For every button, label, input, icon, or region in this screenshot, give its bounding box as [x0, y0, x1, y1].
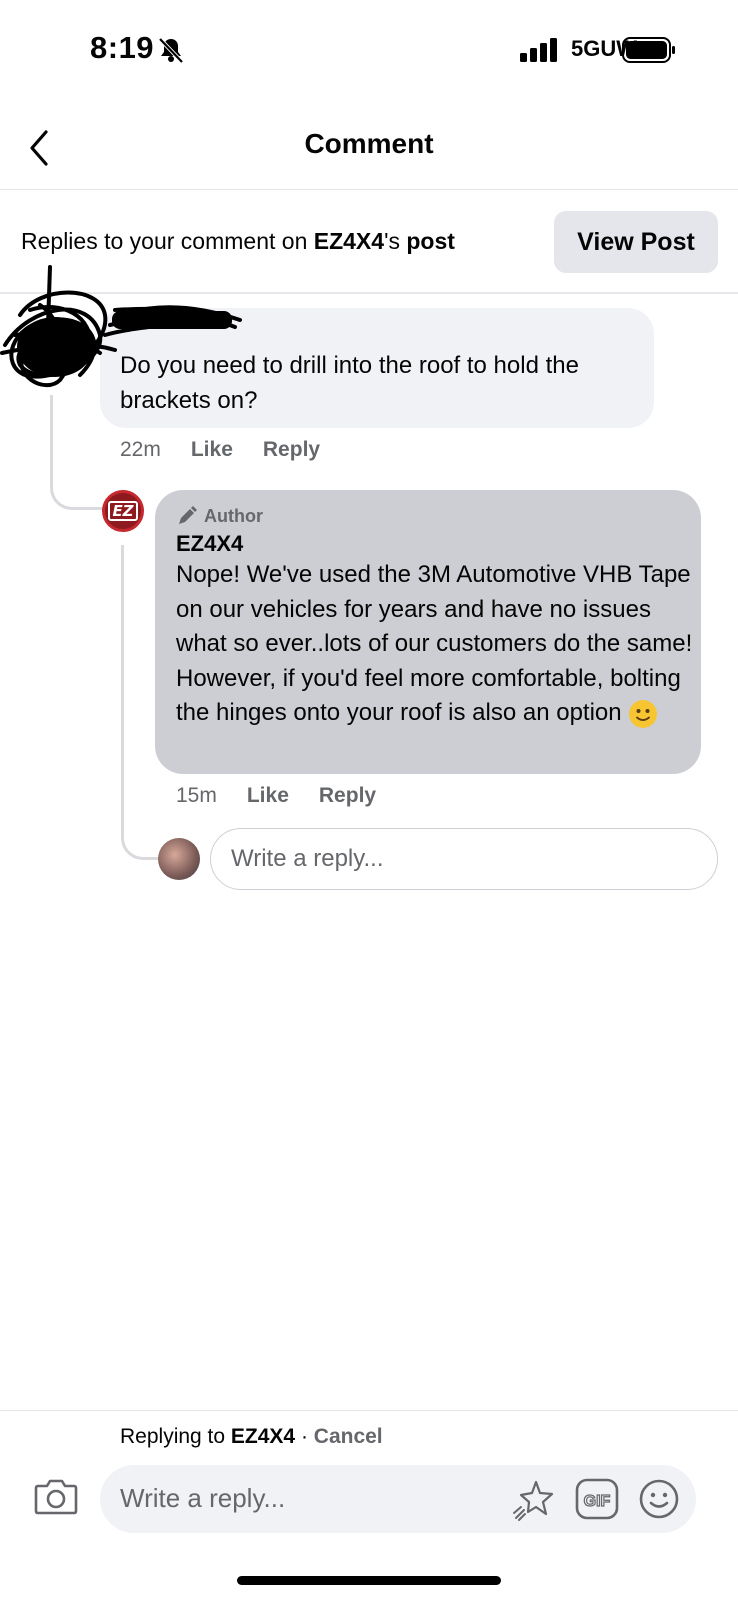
replying-separator: · [295, 1425, 314, 1448]
like-button[interactable]: Like [191, 438, 233, 462]
inline-reply-placeholder: Write a reply... [231, 845, 384, 872]
thread-connector [50, 395, 110, 510]
author-badge: Author [176, 505, 263, 527]
composer-placeholder: Write a reply... [120, 1483, 286, 1513]
author-badge-label: Author [204, 505, 263, 526]
header: Comment [0, 110, 738, 190]
reply-time: 15m [176, 784, 217, 807]
like-button[interactable]: Like [247, 784, 289, 808]
avatar-sticker-icon[interactable] [512, 1478, 556, 1522]
smiley-icon[interactable] [638, 1478, 680, 1520]
comment-time: 22m [120, 438, 161, 461]
reply-actions: 15m Like Reply [176, 784, 376, 808]
home-indicator[interactable] [237, 1576, 501, 1585]
context-suffix: 's [384, 228, 407, 254]
reply-button[interactable]: Reply [319, 784, 376, 808]
replying-to-row: Replying to EZ4X4 · Cancel [120, 1425, 383, 1449]
context-page-name[interactable]: EZ4X4 [314, 228, 384, 254]
context-post-link[interactable]: post [406, 228, 455, 254]
status-time: 8:19 [90, 30, 155, 65]
status-bar: 8:19 5GUW [0, 0, 738, 100]
replying-to-name: EZ4X4 [230, 1425, 296, 1448]
page-title: Comment [304, 128, 434, 159]
pencil-icon [179, 506, 197, 524]
cancel-reply-button[interactable]: Cancel [314, 1425, 383, 1448]
gif-icon[interactable]: GIF [575, 1478, 619, 1520]
reply-text-block: Nope! We've used the 3M Automotive VHB T… [176, 558, 696, 731]
view-post-button[interactable]: View Post [554, 211, 718, 273]
context-prefix: Replies to your comment on [21, 228, 314, 254]
bell-slash-icon [158, 37, 184, 64]
user-avatar [158, 838, 200, 880]
context-text: Replies to your comment on EZ4X4's post [21, 228, 455, 255]
reply-text: Nope! We've used the 3M Automotive VHB T… [176, 561, 693, 726]
inline-reply-input[interactable]: Write a reply... [210, 828, 718, 890]
gif-label: GIF [584, 1493, 611, 1510]
reply-button[interactable]: Reply [263, 438, 320, 462]
reply-author-name[interactable]: EZ4X4 [176, 531, 243, 557]
cellular-signal-icon [520, 38, 557, 62]
avatar-logo-text: EZ [108, 501, 138, 521]
comment-actions: 22m Like Reply [120, 438, 320, 462]
redaction-scribble [0, 265, 242, 388]
replying-prefix: Replying to [120, 1425, 231, 1448]
battery-icon [622, 37, 675, 63]
slightly-smiling-face-icon [628, 699, 657, 728]
author-avatar[interactable]: EZ [102, 490, 144, 532]
camera-icon[interactable] [34, 1476, 78, 1516]
